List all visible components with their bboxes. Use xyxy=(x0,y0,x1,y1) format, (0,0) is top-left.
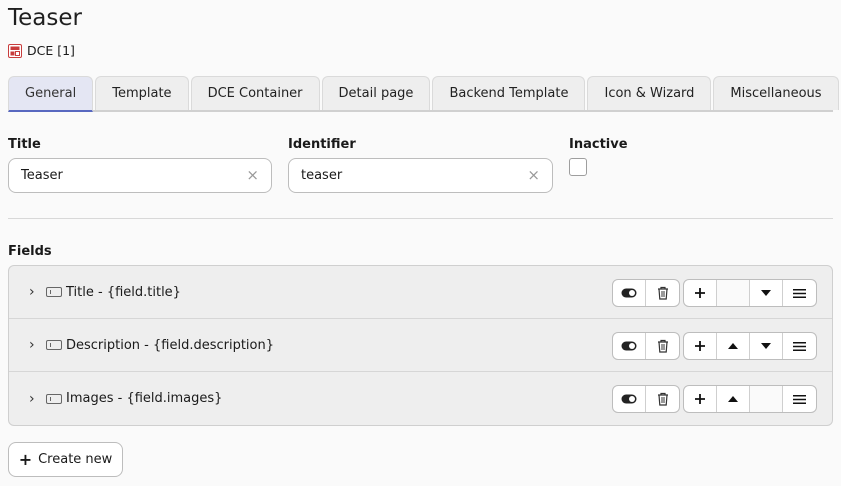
tab-bar: General Template DCE Container Detail pa… xyxy=(8,76,839,112)
visibility-delete-group xyxy=(612,385,680,413)
tab-dce-container[interactable]: DCE Container xyxy=(190,76,320,110)
hamburger-icon xyxy=(793,288,806,298)
tab-detail-page[interactable]: Detail page xyxy=(321,76,431,110)
clear-title-icon[interactable]: × xyxy=(246,168,259,183)
move-down-button[interactable] xyxy=(750,333,783,359)
tab-miscellaneous[interactable]: Miscellaneous xyxy=(713,76,839,110)
drag-handle-button[interactable] xyxy=(783,386,816,412)
sort-actions-group xyxy=(683,332,817,360)
tab-icon-wizard[interactable]: Icon & Wizard xyxy=(587,76,712,110)
field-row-description[interactable]: › Description - {field.description} xyxy=(9,319,832,372)
fields-heading: Fields xyxy=(8,244,52,259)
create-new-button[interactable]: + Create new xyxy=(8,442,123,477)
caret-up-icon xyxy=(728,396,738,402)
field-row-label: Description - {field.description} xyxy=(66,337,274,353)
add-after-button[interactable] xyxy=(684,333,717,359)
visibility-delete-group xyxy=(612,279,680,307)
expand-chevron-icon[interactable]: › xyxy=(29,337,35,353)
add-after-button[interactable] xyxy=(684,386,717,412)
tab-general[interactable]: General xyxy=(8,76,94,112)
fields-list: › Title - {field.title} › Description - … xyxy=(8,265,833,426)
move-up-button[interactable] xyxy=(717,333,750,359)
toggle-icon xyxy=(621,341,637,351)
field-row-title[interactable]: › Title - {field.title} xyxy=(9,266,832,319)
expand-chevron-icon[interactable]: › xyxy=(29,391,35,407)
caret-up-icon xyxy=(728,343,738,349)
trash-icon xyxy=(657,339,668,353)
title-label: Title xyxy=(8,137,41,152)
drag-handle-button[interactable] xyxy=(783,280,816,306)
plus-icon: + xyxy=(18,449,33,469)
inactive-label: Inactive xyxy=(569,137,628,152)
toggle-visibility-button[interactable] xyxy=(613,333,646,359)
title-value: Teaser xyxy=(21,168,63,183)
move-down-placeholder xyxy=(750,386,783,412)
identifier-value: teaser xyxy=(301,168,343,183)
tab-backend-template[interactable]: Backend Template xyxy=(432,76,586,110)
page-title: Teaser xyxy=(8,5,82,31)
record-label: DCE [1] xyxy=(27,43,75,58)
move-down-button[interactable] xyxy=(750,280,783,306)
title-field[interactable]: Teaser × xyxy=(8,158,272,193)
toggle-visibility-button[interactable] xyxy=(613,386,646,412)
input-field-icon xyxy=(46,393,62,404)
identifier-field[interactable]: teaser × xyxy=(288,158,553,193)
sort-actions-group xyxy=(683,279,817,307)
field-row-images[interactable]: › Images - {field.images} xyxy=(9,372,832,425)
caret-down-icon xyxy=(761,290,771,296)
add-after-button[interactable] xyxy=(684,280,717,306)
sort-actions-group xyxy=(683,385,817,413)
toggle-icon xyxy=(621,288,637,298)
trash-icon xyxy=(657,392,668,406)
expand-chevron-icon[interactable]: › xyxy=(29,284,35,300)
field-row-label: Images - {field.images} xyxy=(66,391,223,406)
input-field-icon xyxy=(46,287,62,297)
section-divider xyxy=(8,218,833,219)
create-new-label: Create new xyxy=(38,452,113,467)
drag-handle-button[interactable] xyxy=(783,333,816,359)
visibility-delete-group xyxy=(612,332,680,360)
input-field-icon xyxy=(46,340,62,350)
identifier-label: Identifier xyxy=(288,137,356,152)
tab-template[interactable]: Template xyxy=(95,76,189,110)
record-info: DCE [1] xyxy=(8,43,75,58)
delete-button[interactable] xyxy=(646,333,679,359)
move-up-button[interactable] xyxy=(717,386,750,412)
clear-identifier-icon[interactable]: × xyxy=(527,168,540,183)
move-up-placeholder xyxy=(717,280,750,306)
field-row-label: Title - {field.title} xyxy=(66,284,181,300)
caret-down-icon xyxy=(761,343,771,349)
toggle-icon xyxy=(621,394,637,404)
delete-button[interactable] xyxy=(646,280,679,306)
toggle-visibility-button[interactable] xyxy=(613,280,646,306)
delete-button[interactable] xyxy=(646,386,679,412)
hamburger-icon xyxy=(793,341,806,351)
record-icon xyxy=(8,43,22,58)
plus-icon xyxy=(695,288,705,298)
plus-icon xyxy=(695,394,705,404)
inactive-checkbox[interactable] xyxy=(569,158,587,176)
trash-icon xyxy=(657,286,668,300)
plus-icon xyxy=(695,341,705,351)
hamburger-icon xyxy=(793,394,806,404)
